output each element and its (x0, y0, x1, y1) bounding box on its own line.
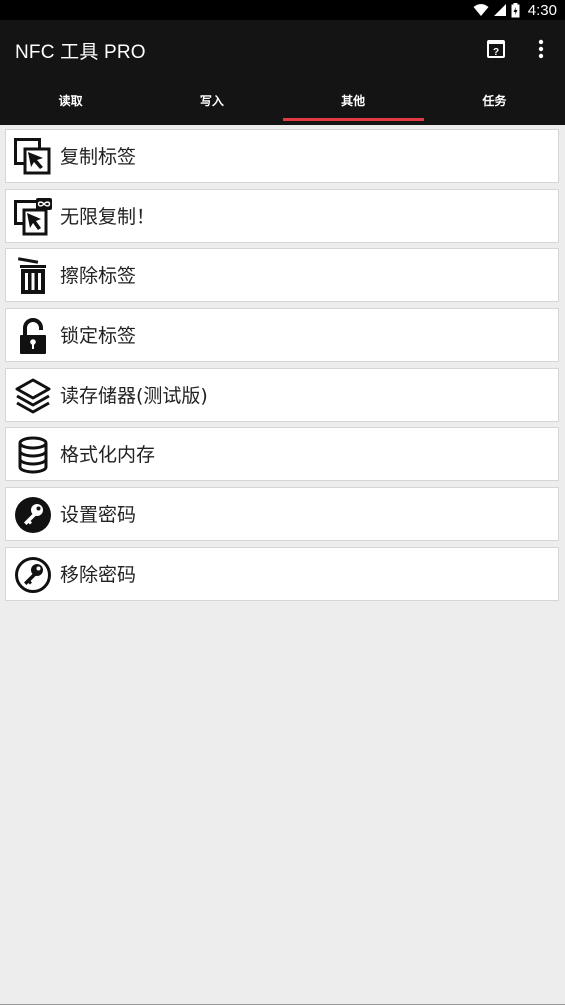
menu-item-set-password[interactable]: 设置密码 (5, 487, 559, 542)
trash-icon (17, 257, 46, 295)
layers-icon (15, 378, 51, 414)
menu-item-read-memory[interactable]: 读存储器(测试版) (5, 367, 559, 422)
status-time: 4:30 (527, 1, 557, 19)
key-outline-icon (15, 556, 51, 593)
menu-item-label: 锁定标签 (60, 325, 137, 348)
menu-item-label: 复制标签 (60, 146, 137, 168)
app-bar: NFC 工具 PRO ? (0, 20, 565, 78)
lock-icon (20, 318, 46, 355)
tab-label: 任务 (482, 94, 507, 108)
tab-read[interactable]: 读取 (0, 78, 141, 125)
wifi-icon (473, 4, 489, 16)
overflow-menu-button[interactable] (530, 38, 552, 60)
menu-item-label: 设置密码 (60, 504, 137, 527)
key-filled-icon (15, 497, 51, 534)
svg-text:?: ? (493, 47, 499, 58)
menu-item-remove-password[interactable]: 移除密码 (5, 546, 559, 601)
database-icon (18, 436, 48, 474)
menu-item-infinite-copy[interactable]: 无限复制！ (5, 188, 559, 243)
help-icon: ? (487, 40, 505, 58)
menu-item-format-memory[interactable]: 格式化内存 (5, 427, 559, 482)
menu-list: 复制标签 无限复制！ 擦除标签 锁定标签 读存储器(测试版) 格式化内存 设置密… (5, 129, 559, 607)
tab-indicator (282, 118, 424, 121)
signal-icon (493, 4, 506, 16)
tab-tasks[interactable]: 任务 (424, 78, 565, 125)
infinite-copy-icon (14, 197, 52, 236)
menu-item-erase-tag[interactable]: 擦除标签 (5, 248, 559, 303)
tab-label: 读取 (58, 94, 83, 108)
menu-item-label: 格式化内存 (60, 444, 156, 467)
status-icons: 4:30 (473, 1, 557, 19)
menu-item-label: 擦除标签 (60, 265, 137, 288)
status-bar: 4:30 (0, 0, 565, 20)
more-vert-icon (538, 39, 544, 59)
menu-item-copy-tag[interactable]: 复制标签 (5, 129, 559, 183)
menu-item-label: 移除密码 (60, 563, 137, 586)
menu-item-label: 读存储器(测试版) (60, 384, 208, 407)
tab-write[interactable]: 写入 (141, 78, 282, 125)
help-button[interactable]: ? (485, 38, 507, 60)
battery-icon (511, 2, 520, 17)
tab-label: 其他 (341, 94, 366, 108)
copy-tag-icon (14, 138, 51, 175)
tab-label: 写入 (199, 94, 224, 108)
tab-bar: 读取 写入 其他 任务 (0, 78, 565, 125)
menu-item-lock-tag[interactable]: 锁定标签 (5, 308, 559, 363)
menu-item-label: 无限复制！ (60, 205, 156, 228)
tab-other[interactable]: 其他 (282, 78, 424, 125)
app-title: NFC 工具 PRO (15, 42, 146, 63)
